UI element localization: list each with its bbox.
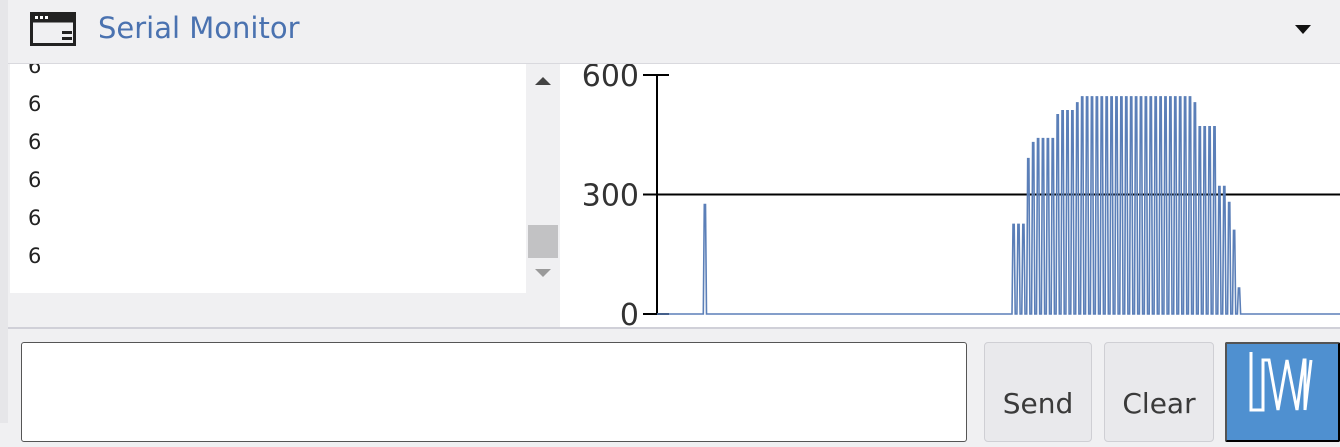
output-scrollbar[interactable]: [526, 64, 560, 328]
console-line: 6: [28, 244, 42, 268]
scroll-up-icon[interactable]: [535, 76, 551, 86]
clear-button[interactable]: Clear: [1104, 342, 1214, 442]
y-tick-label: 0: [620, 298, 639, 328]
console-line: 6: [28, 92, 42, 116]
panel-header: Serial Monitor: [8, 0, 1340, 64]
console-line: 6: [28, 206, 42, 230]
left-edge-strip: [0, 0, 8, 423]
console-line: 6: [28, 130, 42, 154]
y-tick-label: 300: [582, 179, 639, 214]
send-button[interactable]: Send: [984, 342, 1092, 442]
data-series-line: [657, 96, 1340, 315]
console-line: 6: [28, 64, 42, 78]
scroll-thumb[interactable]: [528, 225, 558, 258]
window-icon: [30, 12, 76, 46]
y-tick-label: 600: [582, 64, 639, 94]
panel-title: Serial Monitor: [98, 11, 300, 45]
console-line: 6: [28, 168, 42, 192]
serial-plotter: 600 300 0: [560, 64, 1340, 328]
message-input[interactable]: [21, 342, 967, 442]
serial-output[interactable]: 6 6 6 6 6 6: [10, 64, 526, 293]
divider: [8, 327, 1340, 329]
plotter-toggle-button[interactable]: [1225, 342, 1340, 442]
waveform-icon: [1249, 352, 1313, 412]
scroll-down-icon[interactable]: [535, 268, 551, 278]
triangle-down-icon[interactable]: [1294, 24, 1312, 36]
